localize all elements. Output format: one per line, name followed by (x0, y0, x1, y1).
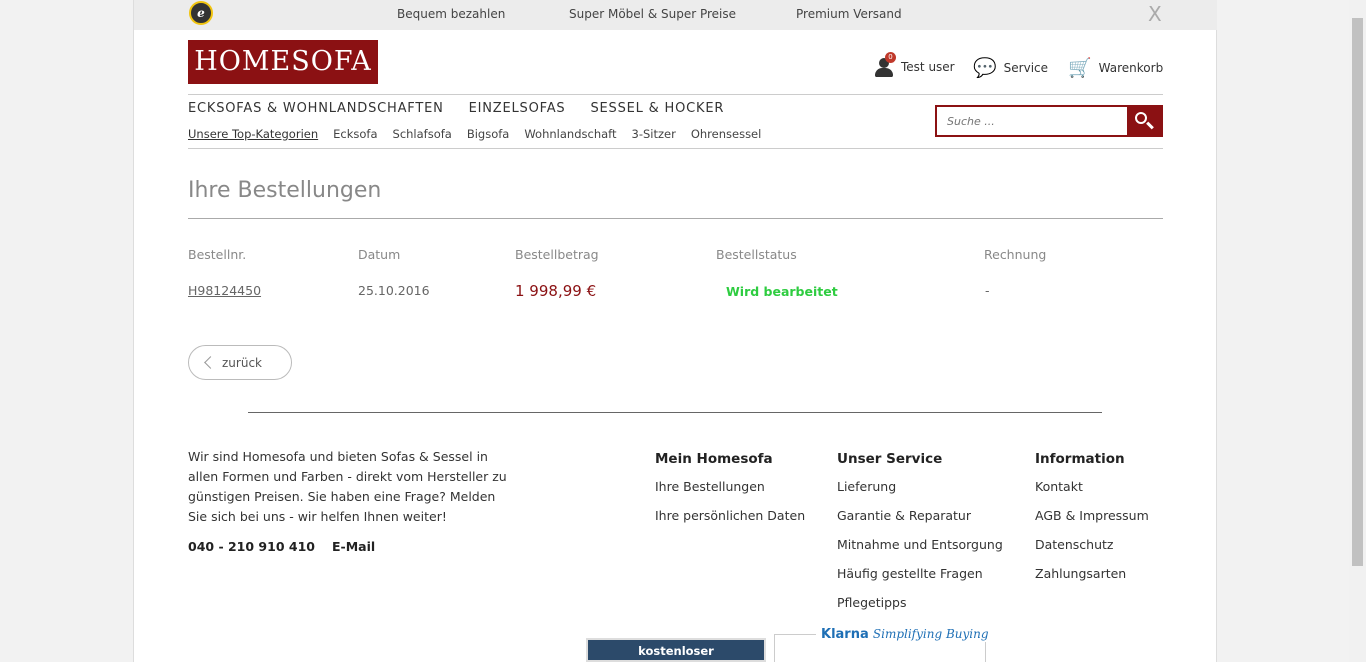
subnav-3-sitzer[interactable]: 3-Sitzer (632, 127, 676, 141)
column-header-amount: Bestellbetrag (515, 247, 599, 262)
service-label: Service (1003, 60, 1049, 75)
klarna-slogan: Simplifying Buying (872, 627, 989, 641)
title-divider (188, 218, 1163, 219)
subnav-ecksofa[interactable]: Ecksofa (333, 127, 377, 141)
footer-column-unser-service: Unser Service Lieferung Garantie & Repar… (837, 451, 1003, 624)
back-label: zurück (222, 355, 262, 370)
scrollbar-thumb[interactable] (1352, 18, 1363, 566)
search-input[interactable] (937, 107, 1127, 135)
order-amount: 1 998,99 € (515, 282, 597, 300)
order-number-link[interactable]: H98124450 (188, 283, 261, 298)
user-icon: 0 (874, 52, 896, 78)
footer-link[interactable]: Datenschutz (1035, 537, 1149, 566)
top-bar: e Bequem bezahlen Super Möbel & Super Pr… (134, 0, 1217, 30)
page: e Bequem bezahlen Super Möbel & Super Pr… (133, 0, 1217, 662)
callback-service-button[interactable]: kostenloser Rückrufservice (586, 638, 766, 662)
footer-link[interactable]: Ihre Bestellungen (655, 479, 805, 508)
search-icon (1135, 112, 1147, 124)
homesofa-logo[interactable]: HOMESOFA (188, 40, 378, 84)
email-link[interactable]: E-Mail (332, 539, 375, 554)
footer-link[interactable]: Häufig gestellte Fragen (837, 566, 1003, 595)
footer-column-title: Information (1035, 451, 1125, 467)
cart-link[interactable]: 🛒 Warenkorb (1068, 56, 1163, 79)
footer-link[interactable]: Kontakt (1035, 479, 1149, 508)
klarna-brand: Klarna (821, 627, 869, 642)
cart-label: Warenkorb (1098, 60, 1164, 75)
header-divider (188, 94, 1163, 95)
footer-link[interactable]: Mitnahme und Entsorgung (837, 537, 1003, 566)
column-header-date: Datum (358, 247, 401, 262)
usp-payment: Bequem bezahlen (397, 7, 506, 21)
footer-contact: 040 - 210 910 410 E-Mail (188, 539, 375, 554)
klarna-logo: Klarna Simplifying Buying (816, 627, 994, 642)
search-button[interactable] (1127, 107, 1161, 135)
footer-link[interactable]: AGB & Impressum (1035, 508, 1149, 537)
user-name: Test user (901, 60, 955, 74)
chat-bubbles-icon: 💬 (973, 57, 997, 79)
column-header-number: Bestellnr. (188, 247, 247, 262)
footer-divider (248, 412, 1102, 413)
footer-column-title: Unser Service (837, 451, 943, 467)
subnav-bigsofa[interactable]: Bigsofa (467, 127, 510, 141)
footer-link[interactable]: Pflegetipps (837, 595, 1003, 624)
nav-einzelsofas[interactable]: EINZELSOFAS (469, 101, 566, 116)
nav-divider (188, 148, 1163, 149)
column-header-invoice: Rechnung (984, 247, 1047, 262)
footer-link[interactable]: Lieferung (837, 479, 1003, 508)
cart-icon: 🛒 (1068, 57, 1092, 79)
order-status: Wird bearbeitet (726, 284, 838, 299)
notification-badge: 0 (885, 52, 896, 63)
column-header-status: Bestellstatus (716, 247, 797, 262)
footer-about-text: Wir sind Homesofa und bieten Sofas & Ses… (188, 449, 507, 524)
order-invoice: - (985, 283, 990, 298)
close-topbar-button[interactable]: X (1148, 2, 1162, 26)
footer-link[interactable]: Ihre persönlichen Daten (655, 508, 805, 537)
footer-column-information: Information Kontakt AGB & Impressum Date… (1035, 451, 1149, 595)
back-button[interactable]: zurück (188, 345, 292, 380)
subnav-top-kategorien[interactable]: Unsere Top-Kategorien (188, 127, 318, 141)
phone-number[interactable]: 040 - 210 910 410 (188, 539, 315, 554)
footer-column-mein-homesofa: Mein Homesofa Ihre Bestellungen Ihre per… (655, 451, 805, 537)
nav-sessel-hocker[interactable]: SESSEL & HOCKER (590, 101, 724, 116)
subnav-ohrensessel[interactable]: Ohrensessel (691, 127, 762, 141)
sub-navigation: Unsere Top-Kategorien Ecksofa Schlafsofa… (188, 127, 761, 141)
footer-link[interactable]: Zahlungsarten (1035, 566, 1149, 595)
usp-shipping: Premium Versand (796, 7, 902, 21)
footer-column-title: Mein Homesofa (655, 451, 773, 467)
user-account-link[interactable]: 0 Test user (874, 52, 955, 78)
main-navigation: ECKSOFAS & WOHNLANDSCHAFTEN EINZELSOFAS … (188, 101, 724, 116)
trusted-shops-badge-icon[interactable]: e (189, 1, 213, 25)
service-link[interactable]: 💬 Service (973, 56, 1048, 79)
footer-link[interactable]: Garantie & Reparatur (837, 508, 1003, 537)
usp-prices: Super Möbel & Super Preise (569, 7, 737, 21)
search-box (935, 105, 1163, 137)
chevron-left-icon (204, 356, 217, 369)
vertical-scrollbar[interactable] (1349, 0, 1366, 662)
subnav-wohnlandschaft[interactable]: Wohnlandschaft (524, 127, 616, 141)
page-title: Ihre Bestellungen (188, 178, 382, 203)
order-date: 25.10.2016 (358, 283, 430, 298)
nav-ecksofas[interactable]: ECKSOFAS & WOHNLANDSCHAFTEN (188, 101, 444, 116)
subnav-schlafsofa[interactable]: Schlafsofa (393, 127, 452, 141)
